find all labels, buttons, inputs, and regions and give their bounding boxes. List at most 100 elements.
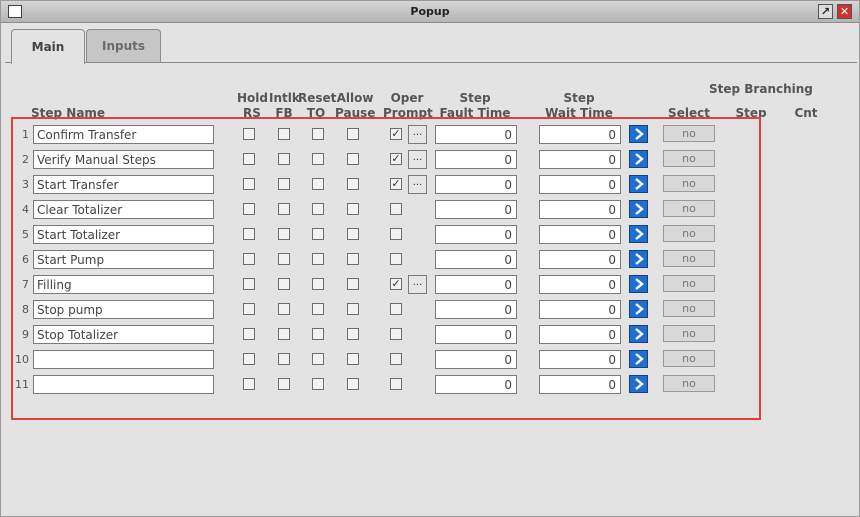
- step-wait-time-field[interactable]: 0: [539, 175, 621, 194]
- hold-rs-checkbox[interactable]: [243, 153, 255, 165]
- step-name-field[interactable]: [33, 375, 214, 394]
- step-wait-time-field[interactable]: 0: [539, 225, 621, 244]
- branch-select-button[interactable]: no: [663, 250, 715, 267]
- step-fault-time-field[interactable]: 0: [435, 150, 517, 169]
- allow-pause-checkbox[interactable]: [347, 378, 359, 390]
- intlk-fb-checkbox[interactable]: [278, 278, 290, 290]
- chevron-right-icon[interactable]: [629, 275, 648, 293]
- intlk-fb-checkbox[interactable]: [278, 228, 290, 240]
- step-fault-time-field[interactable]: 0: [435, 200, 517, 219]
- restore-icon[interactable]: ↗: [818, 4, 833, 19]
- hold-rs-checkbox[interactable]: [243, 178, 255, 190]
- hold-rs-checkbox[interactable]: [243, 353, 255, 365]
- chevron-right-icon[interactable]: [629, 225, 648, 243]
- reset-to-checkbox[interactable]: [312, 278, 324, 290]
- close-icon[interactable]: ✕: [837, 4, 852, 19]
- oper-prompt-checkbox[interactable]: [390, 328, 402, 340]
- hold-rs-checkbox[interactable]: [243, 328, 255, 340]
- allow-pause-checkbox[interactable]: [347, 178, 359, 190]
- intlk-fb-checkbox[interactable]: [278, 328, 290, 340]
- step-wait-time-field[interactable]: 0: [539, 275, 621, 294]
- step-name-field[interactable]: Stop pump: [33, 300, 214, 319]
- oper-prompt-checkbox[interactable]: [390, 378, 402, 390]
- chevron-right-icon[interactable]: [629, 150, 648, 168]
- chevron-right-icon[interactable]: [629, 350, 648, 368]
- oper-prompt-checkbox[interactable]: ✓: [390, 153, 402, 165]
- step-name-field[interactable]: Start Totalizer: [33, 225, 214, 244]
- oper-prompt-checkbox[interactable]: [390, 353, 402, 365]
- step-name-field[interactable]: [33, 350, 214, 369]
- reset-to-checkbox[interactable]: [312, 178, 324, 190]
- step-name-field[interactable]: Start Pump: [33, 250, 214, 269]
- intlk-fb-checkbox[interactable]: [278, 303, 290, 315]
- allow-pause-checkbox[interactable]: [347, 128, 359, 140]
- step-name-field[interactable]: Confirm Transfer: [33, 125, 214, 144]
- reset-to-checkbox[interactable]: [312, 328, 324, 340]
- intlk-fb-checkbox[interactable]: [278, 203, 290, 215]
- reset-to-checkbox[interactable]: [312, 378, 324, 390]
- step-wait-time-field[interactable]: 0: [539, 325, 621, 344]
- intlk-fb-checkbox[interactable]: [278, 178, 290, 190]
- step-name-field[interactable]: Start Transfer: [33, 175, 214, 194]
- chevron-right-icon[interactable]: [629, 175, 648, 193]
- oper-prompt-checkbox[interactable]: ✓: [390, 128, 402, 140]
- oper-prompt-checkbox[interactable]: [390, 203, 402, 215]
- reset-to-checkbox[interactable]: [312, 253, 324, 265]
- reset-to-checkbox[interactable]: [312, 303, 324, 315]
- step-wait-time-field[interactable]: 0: [539, 300, 621, 319]
- branch-select-button[interactable]: no: [663, 125, 715, 142]
- branch-select-button[interactable]: no: [663, 350, 715, 367]
- branch-select-button[interactable]: no: [663, 225, 715, 242]
- hold-rs-checkbox[interactable]: [243, 378, 255, 390]
- oper-prompt-checkbox[interactable]: [390, 228, 402, 240]
- hold-rs-checkbox[interactable]: [243, 303, 255, 315]
- chevron-right-icon[interactable]: [629, 125, 648, 143]
- allow-pause-checkbox[interactable]: [347, 228, 359, 240]
- hold-rs-checkbox[interactable]: [243, 203, 255, 215]
- step-fault-time-field[interactable]: 0: [435, 175, 517, 194]
- intlk-fb-checkbox[interactable]: [278, 153, 290, 165]
- prompt-edit-button[interactable]: ...: [408, 175, 427, 194]
- branch-select-button[interactable]: no: [663, 150, 715, 167]
- allow-pause-checkbox[interactable]: [347, 303, 359, 315]
- prompt-edit-button[interactable]: ...: [408, 150, 427, 169]
- intlk-fb-checkbox[interactable]: [278, 128, 290, 140]
- branch-select-button[interactable]: no: [663, 375, 715, 392]
- reset-to-checkbox[interactable]: [312, 203, 324, 215]
- reset-to-checkbox[interactable]: [312, 128, 324, 140]
- chevron-right-icon[interactable]: [629, 200, 648, 218]
- allow-pause-checkbox[interactable]: [347, 203, 359, 215]
- branch-select-button[interactable]: no: [663, 275, 715, 292]
- step-name-field[interactable]: Filling: [33, 275, 214, 294]
- oper-prompt-checkbox[interactable]: ✓: [390, 278, 402, 290]
- branch-select-button[interactable]: no: [663, 200, 715, 217]
- chevron-right-icon[interactable]: [629, 375, 648, 393]
- step-wait-time-field[interactable]: 0: [539, 375, 621, 394]
- step-fault-time-field[interactable]: 0: [435, 350, 517, 369]
- oper-prompt-checkbox[interactable]: [390, 303, 402, 315]
- step-wait-time-field[interactable]: 0: [539, 350, 621, 369]
- reset-to-checkbox[interactable]: [312, 228, 324, 240]
- branch-select-button[interactable]: no: [663, 325, 715, 342]
- step-name-field[interactable]: Clear Totalizer: [33, 200, 214, 219]
- title-bar[interactable]: Popup ↗ ✕: [1, 1, 859, 23]
- step-fault-time-field[interactable]: 0: [435, 300, 517, 319]
- step-wait-time-field[interactable]: 0: [539, 200, 621, 219]
- branch-select-button[interactable]: no: [663, 300, 715, 317]
- step-fault-time-field[interactable]: 0: [435, 225, 517, 244]
- intlk-fb-checkbox[interactable]: [278, 253, 290, 265]
- allow-pause-checkbox[interactable]: [347, 328, 359, 340]
- branch-select-button[interactable]: no: [663, 175, 715, 192]
- step-fault-time-field[interactable]: 0: [435, 325, 517, 344]
- intlk-fb-checkbox[interactable]: [278, 378, 290, 390]
- hold-rs-checkbox[interactable]: [243, 278, 255, 290]
- step-fault-time-field[interactable]: 0: [435, 375, 517, 394]
- oper-prompt-checkbox[interactable]: [390, 253, 402, 265]
- chevron-right-icon[interactable]: [629, 250, 648, 268]
- step-fault-time-field[interactable]: 0: [435, 125, 517, 144]
- hold-rs-checkbox[interactable]: [243, 253, 255, 265]
- tab-inputs[interactable]: Inputs: [86, 29, 161, 62]
- step-fault-time-field[interactable]: 0: [435, 275, 517, 294]
- chevron-right-icon[interactable]: [629, 300, 648, 318]
- tab-main[interactable]: Main: [11, 29, 85, 64]
